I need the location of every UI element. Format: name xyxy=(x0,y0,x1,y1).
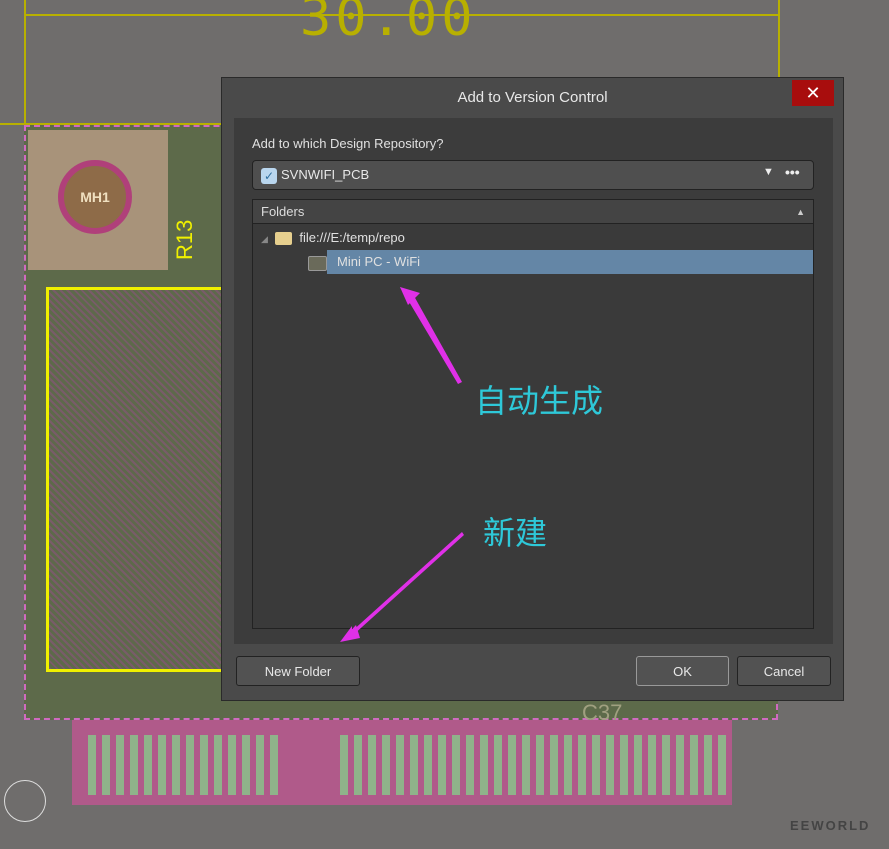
annotation-auto-generated: 自动生成 xyxy=(475,383,604,419)
annotation-new: 新建 xyxy=(483,515,548,551)
arrow-to-new-folder xyxy=(340,532,464,642)
annotation-arrows xyxy=(340,287,464,642)
